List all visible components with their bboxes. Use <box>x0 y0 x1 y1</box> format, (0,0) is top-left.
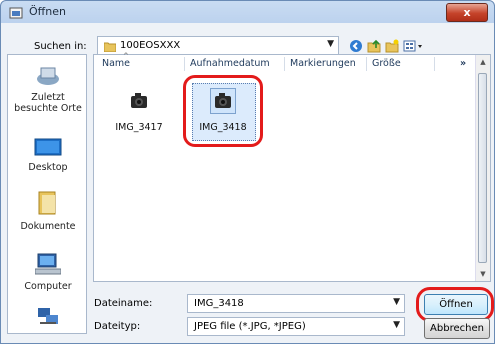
file-name: IMG_3417 <box>115 122 163 133</box>
filetype-value: JPEG file (*.JPG, *JPEG) <box>194 321 306 332</box>
vertical-scrollbar[interactable]: ▲ ▼ <box>475 55 490 281</box>
place-documents[interactable]: Dokumente <box>8 190 88 232</box>
column-tags[interactable]: Markierungen <box>290 55 356 73</box>
more-columns-icon[interactable]: » <box>460 55 466 73</box>
filename-input[interactable]: IMG_3418 ▼ <box>187 294 405 313</box>
place-network[interactable] <box>8 307 88 332</box>
place-recent[interactable]: Zuletzt besuchte Orte <box>8 65 88 114</box>
close-button[interactable]: x <box>446 3 488 22</box>
lookin-combo[interactable]: 100EOSXXX ▼ <box>97 36 339 56</box>
place-computer[interactable]: Computer <box>8 252 88 292</box>
desktop-icon <box>34 138 62 156</box>
app-icon <box>9 7 23 19</box>
lookin-value: 100EOSXXX <box>120 40 181 51</box>
up-folder-icon[interactable] <box>367 39 381 53</box>
column-date[interactable]: Aufnahmedatum <box>190 55 270 73</box>
scroll-thumb[interactable] <box>478 73 487 263</box>
computer-icon <box>34 253 62 275</box>
column-size[interactable]: Größe <box>372 55 401 73</box>
places-bar: Zuletzt besuchte Orte Desktop Dokumente … <box>7 54 87 334</box>
place-documents-label: Dokumente <box>20 221 76 232</box>
highlight-ring-open <box>416 287 494 322</box>
documents-icon <box>38 191 56 215</box>
new-folder-icon[interactable] <box>385 39 399 53</box>
cancel-button[interactable]: Abbrechen <box>424 318 490 339</box>
filename-label: Dateiname: <box>94 298 153 309</box>
window-title: Öffnen <box>29 5 66 18</box>
sort-ascending-icon: ^ <box>123 52 129 60</box>
scroll-down-icon[interactable]: ▼ <box>476 267 490 281</box>
place-desktop-label: Desktop <box>28 162 68 173</box>
highlight-ring-file <box>183 75 263 147</box>
back-icon[interactable] <box>349 39 363 53</box>
folder-icon <box>104 42 116 52</box>
scroll-up-icon[interactable]: ▲ <box>476 55 490 69</box>
filetype-label: Dateityp: <box>94 321 141 332</box>
network-icon <box>38 308 58 324</box>
camera-file-icon <box>131 93 147 108</box>
open-file-dialog: Öffnen x Suchen in: 100EOSXXX ▼ Zuletzt … <box>0 0 495 344</box>
view-menu-icon[interactable] <box>403 39 425 53</box>
chevron-down-icon: ▼ <box>327 39 334 49</box>
filename-value: IMG_3418 <box>194 298 244 309</box>
place-desktop[interactable]: Desktop <box>8 137 88 173</box>
lookin-label: Suchen in: <box>34 41 87 52</box>
file-list: Name ^ Aufnahmedatum Markierungen Größe … <box>93 52 491 282</box>
chevron-down-icon: ▼ <box>393 297 400 307</box>
file-item[interactable]: IMG_3417 <box>108 89 170 133</box>
recent-places-icon <box>37 67 59 85</box>
place-recent-label: Zuletzt besuchte Orte <box>14 92 82 114</box>
filetype-select[interactable]: JPEG file (*.JPG, *JPEG) ▼ <box>187 317 405 336</box>
chevron-down-icon: ▼ <box>393 320 400 330</box>
place-computer-label: Computer <box>24 281 72 292</box>
title-bar: Öffnen x <box>1 1 494 25</box>
